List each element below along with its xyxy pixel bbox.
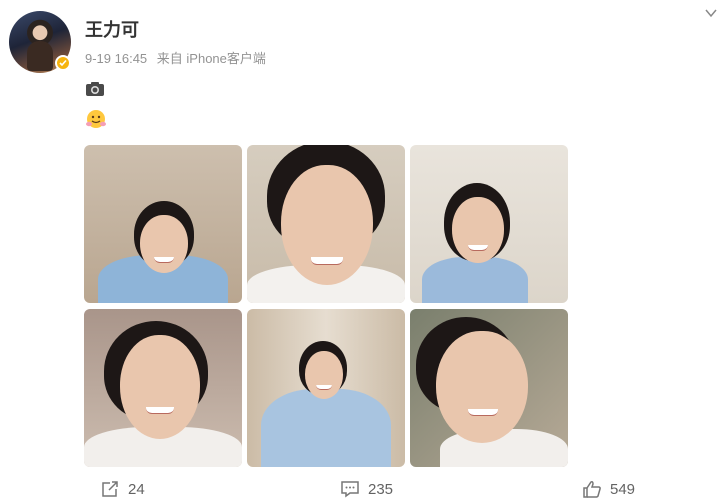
photo-1[interactable] [84,145,242,303]
author-name[interactable]: 王力可 [85,16,139,42]
post-meta: 9-19 16:45 来自 iPhone客户端 [85,48,266,67]
comment-count: 235 [368,480,394,498]
verified-badge-icon [55,55,71,71]
photo-5[interactable] [247,309,405,467]
photo-6[interactable] [410,309,568,467]
comment-button[interactable]: 235 [340,479,393,499]
thumbs-up-icon [583,481,601,498]
photo-2[interactable] [247,145,405,303]
repost-count: 24 [128,480,145,498]
camera-icon [86,82,104,96]
repost-icon [102,481,118,497]
like-button[interactable]: 549 [582,479,635,499]
comment-icon [341,481,359,498]
hug-emoji-icon [86,110,106,128]
post-source: 来自 iPhone客户端 [156,51,266,66]
photo-3[interactable] [410,145,568,303]
photo-4[interactable] [84,309,242,467]
photo-grid [84,145,568,467]
like-count: 549 [610,480,636,498]
avatar-figure [27,41,53,71]
repost-button[interactable]: 24 [100,479,145,499]
post-time[interactable]: 9-19 16:45 [85,51,147,66]
chevron-down-icon[interactable] [704,8,718,20]
